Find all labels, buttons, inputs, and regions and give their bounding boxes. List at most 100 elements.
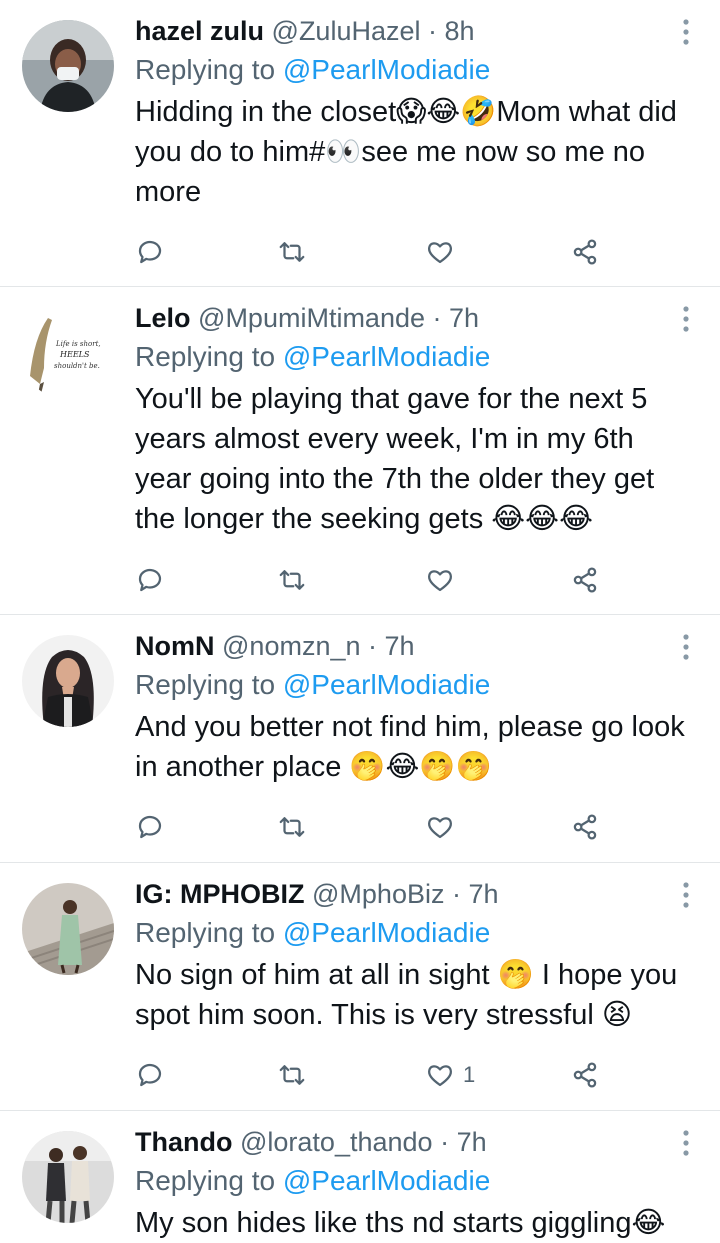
more-options-icon[interactable] [680,305,692,333]
tweet-reply[interactable]: hazel zulu @ZuluHazel · 8h Replying to @… [0,0,720,287]
mention-link[interactable]: @PearlModiadie [283,341,490,372]
like-button[interactable] [425,560,463,600]
reply-button[interactable] [135,560,165,600]
retweet-icon [279,570,305,590]
timestamp[interactable]: 7h [449,303,479,333]
avatar[interactable] [22,883,114,975]
like-icon [427,242,453,264]
replying-to: Replying to @PearlModiadie [135,52,690,88]
like-button[interactable] [425,807,463,847]
retweet-icon [279,1065,305,1085]
separator-dot: · [432,303,442,333]
display-name[interactable]: IG: MPHOBIZ [135,879,305,909]
avatar-caption: Life is short, [55,340,101,348]
replying-label: Replying to [135,917,276,948]
replying-to: Replying to @PearlModiadie [135,915,690,951]
share-icon [573,1062,597,1088]
tweet-text: Hidding in the closet😱😂🤣Mom what did you… [135,96,685,208]
reply-button[interactable] [135,1055,165,1095]
timestamp[interactable]: 7h [457,1127,487,1157]
share-button[interactable] [570,560,600,600]
display-name[interactable]: Lelo [135,303,191,333]
reply-button[interactable] [135,807,165,847]
display-name[interactable]: hazel zulu [135,16,264,46]
tweet-header: IG: MPHOBIZ @MphoBiz · 7h [135,877,690,911]
timestamp[interactable]: 7h [385,631,415,661]
tweet-reply[interactable]: NomN @nomzn_n · 7h Replying to @PearlMod… [0,615,720,863]
avatar[interactable] [22,1131,114,1223]
separator-dot: · [428,16,438,46]
tweet-actions [135,232,615,272]
retweet-button[interactable] [277,1055,307,1095]
tweet-text: And you better not find him, please go l… [135,711,693,783]
like-icon [427,817,453,839]
timestamp[interactable]: 8h [445,16,475,46]
separator-dot: · [440,1127,450,1157]
replying-to: Replying to @PearlModiadie [135,1163,690,1199]
mention-link[interactable]: @PearlModiadie [283,917,490,948]
more-options-icon[interactable] [680,18,692,46]
avatar-caption: HEELS [59,350,90,359]
share-icon [573,814,597,840]
user-handle[interactable]: @MpumiMtimande [198,303,425,333]
avatar[interactable] [22,20,114,112]
replying-label: Replying to [135,1165,276,1196]
share-icon [573,239,597,265]
user-handle[interactable]: @MphoBiz [312,879,444,909]
separator-dot: · [452,879,461,909]
more-options-icon[interactable] [680,1129,692,1157]
replying-to: Replying to @PearlModiadie [135,667,690,703]
retweet-icon [279,817,305,837]
like-count: 1 [463,1062,476,1087]
like-icon [427,570,453,592]
more-options-icon[interactable] [680,633,692,661]
reply-icon [138,815,162,839]
reply-icon [138,240,162,264]
retweet-button[interactable] [277,232,307,272]
replying-to: Replying to @PearlModiadie [135,339,690,375]
tweet-actions: 1 [135,1055,615,1095]
tweet-header: hazel zulu @ZuluHazel · 8h [135,14,690,48]
replying-label: Replying to [135,341,276,372]
reply-icon [138,568,162,592]
tweet-header: Lelo @MpumiMtimande · 7h [135,301,690,335]
tweet-text: My son hides like ths nd starts giggling… [135,1207,666,1239]
like-button[interactable] [425,232,463,272]
share-button[interactable] [570,807,600,847]
user-handle[interactable]: @lorato_thando [240,1127,433,1157]
like-button[interactable]: 1 [425,1055,475,1095]
tweet-reply[interactable]: IG: MPHOBIZ @MphoBiz · 7h Replying to @P… [0,863,720,1111]
user-handle[interactable]: @nomzn_n [222,631,360,661]
separator-dot: · [368,631,378,661]
timestamp[interactable]: 7h [469,879,499,909]
reply-button[interactable] [135,232,165,272]
mention-link[interactable]: @PearlModiadie [283,54,490,85]
avatar[interactable] [22,635,114,727]
retweet-icon [279,242,305,262]
replying-label: Replying to [135,54,276,85]
tweet-text: You'll be playing that gave for the next… [135,383,663,535]
share-icon [573,567,597,593]
tweet-header: NomN @nomzn_n · 7h [135,629,690,663]
tweet-reply[interactable]: Thando @lorato_thando · 7h Replying to @… [0,1111,720,1243]
tweet-actions [135,560,615,600]
mention-link[interactable]: @PearlModiadie [283,1165,490,1196]
tweet-header: Thando @lorato_thando · 7h [135,1125,690,1159]
display-name[interactable]: Thando [135,1127,232,1157]
display-name[interactable]: NomN [135,631,215,661]
user-handle[interactable]: @ZuluHazel [272,16,421,46]
reply-icon [138,1063,162,1087]
tweet-reply[interactable]: Life is short, HEELS shouldn't be. Lelo … [0,287,720,615]
avatar[interactable]: Life is short, HEELS shouldn't be. [22,308,114,400]
retweet-button[interactable] [277,560,307,600]
avatar-caption: shouldn't be. [54,362,100,370]
mention-link[interactable]: @PearlModiadie [283,669,490,700]
retweet-button[interactable] [277,807,307,847]
more-options-icon[interactable] [680,881,692,909]
tweet-actions [135,807,615,847]
like-icon [427,1065,453,1087]
share-button[interactable] [570,232,600,272]
share-button[interactable] [570,1055,600,1095]
reply-feed: hazel zulu @ZuluHazel · 8h Replying to @… [0,0,720,1243]
tweet-text: No sign of him at all in sight 🤭 I hope … [135,959,686,1031]
